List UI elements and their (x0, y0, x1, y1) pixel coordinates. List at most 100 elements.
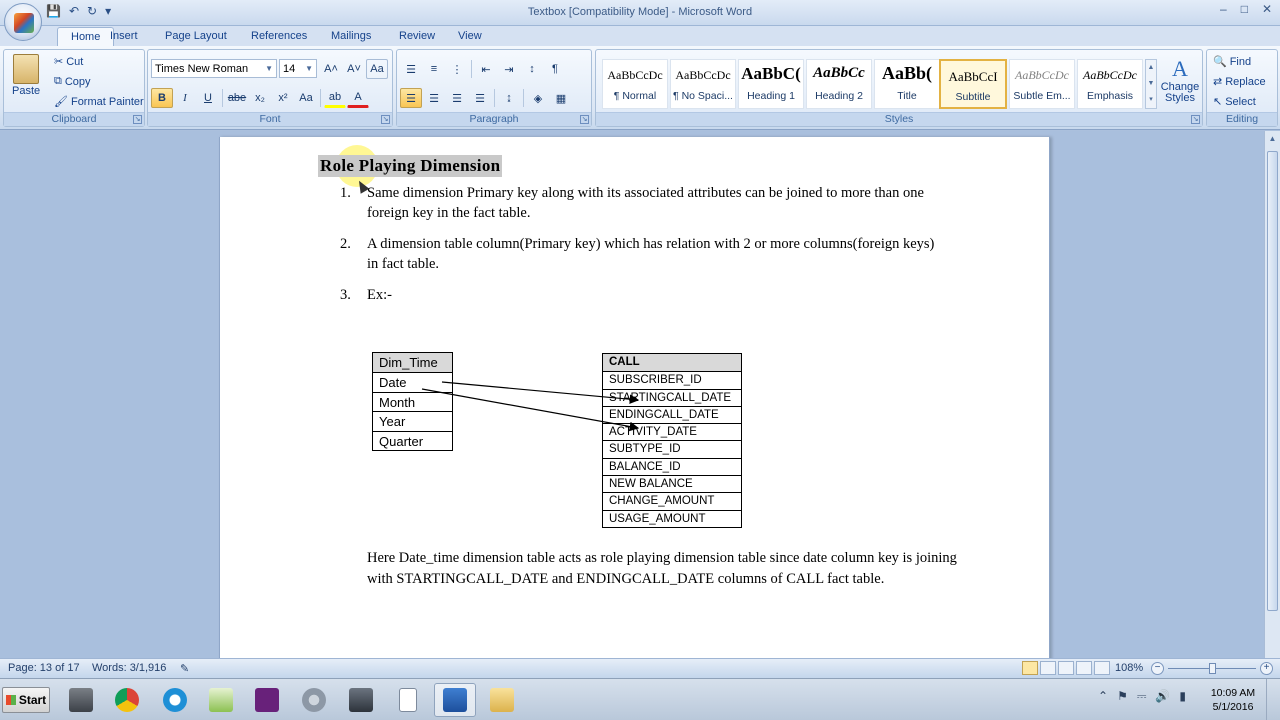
justify-icon[interactable]: ☰ (469, 88, 491, 108)
paste-button[interactable]: Paste (12, 54, 40, 97)
style-heading-1[interactable]: AaBbC( Heading 1 (738, 59, 804, 109)
line-spacing-icon[interactable]: ↨ (498, 88, 520, 108)
window-app-icon[interactable] (340, 683, 382, 717)
page-count[interactable]: Page: 13 of 17 (8, 662, 80, 674)
minimize-button[interactable]: – (1220, 2, 1227, 16)
print-layout-icon[interactable] (1022, 661, 1038, 675)
clock[interactable]: 10:09 AM 5/1/2016 (1206, 686, 1260, 714)
show-desktop-button[interactable] (1266, 679, 1280, 720)
style-title[interactable]: AaBb( Title (874, 59, 940, 109)
clear-formatting-button[interactable]: Aa (366, 59, 388, 79)
blank-document-icon[interactable] (387, 683, 429, 717)
full-screen-reading-icon[interactable] (1040, 661, 1056, 675)
proofing-icon[interactable]: ✎ (180, 662, 189, 675)
font-color-button[interactable]: A (347, 88, 369, 108)
font-launcher-icon[interactable]: ↘ (381, 115, 390, 124)
tab-mailings[interactable]: Mailings (318, 27, 384, 47)
zoom-level[interactable]: 108% (1115, 662, 1143, 674)
table-row: Date (373, 372, 452, 391)
highlight-button[interactable]: ab (324, 88, 346, 108)
close-button[interactable]: ✕ (1262, 2, 1272, 16)
strikethrough-button[interactable]: abe (226, 88, 248, 108)
action-center-flag-icon[interactable]: ⚑ (1117, 689, 1128, 704)
start-button[interactable]: Start (2, 687, 50, 713)
subscript-button[interactable]: x₂ (249, 88, 271, 108)
scissors-icon: ✂ (54, 56, 64, 68)
find-button[interactable]: 🔍 Find (1213, 55, 1251, 69)
show-formatting-button[interactable]: ¶ (544, 59, 566, 79)
align-right-icon[interactable]: ☰ (446, 88, 468, 108)
align-left-icon[interactable]: ☰ (400, 88, 422, 108)
select-button[interactable]: ↖ Select (1213, 95, 1256, 109)
chrome-icon[interactable] (106, 683, 148, 717)
explanation-paragraph[interactable]: Here Date_time dimension table acts as r… (367, 548, 957, 590)
office-button[interactable] (4, 3, 42, 41)
visual-studio-icon[interactable] (246, 683, 288, 717)
style-no-spacing[interactable]: AaBbCcDc ¶ No Spaci... (670, 59, 736, 109)
restore-button[interactable]: □ (1241, 2, 1248, 16)
tab-review[interactable]: Review (386, 27, 448, 47)
font-family-select[interactable]: Times New Roman ▼ (151, 59, 277, 78)
underline-button[interactable]: U (197, 88, 219, 108)
scrollbar-thumb[interactable] (1267, 151, 1278, 611)
tab-view[interactable]: View (445, 27, 495, 47)
zoom-out-icon[interactable]: − (1151, 662, 1164, 675)
tab-page-layout[interactable]: Page Layout (152, 27, 240, 47)
document-heading[interactable]: Role Playing Dimension (318, 155, 503, 177)
styles-launcher-icon[interactable]: ↘ (1191, 115, 1200, 124)
style-subtle-emphasis[interactable]: AaBbCcDc Subtle Em... (1009, 59, 1075, 109)
style-emphasis[interactable]: AaBbCcDc Emphasis (1077, 59, 1143, 109)
notepad-icon[interactable] (200, 683, 242, 717)
network-icon[interactable]: ⎓ (1137, 689, 1147, 704)
italic-button[interactable]: I (174, 88, 196, 108)
power-icon[interactable]: ▮ (1179, 689, 1186, 704)
increase-indent-icon[interactable]: ⇥ (498, 59, 520, 79)
replace-button[interactable]: ⇄ Replace (1213, 75, 1266, 89)
paragraph-launcher-icon[interactable]: ↘ (580, 115, 589, 124)
decrease-indent-icon[interactable]: ⇤ (475, 59, 497, 79)
word-icon[interactable] (434, 683, 476, 717)
superscript-button[interactable]: x² (272, 88, 294, 108)
volume-icon[interactable]: 🔊 (1155, 689, 1170, 704)
settings-gear-icon[interactable] (293, 683, 335, 717)
sort-icon[interactable]: ↕ (521, 59, 543, 79)
server-manager-icon[interactable] (60, 683, 102, 717)
grow-font-button[interactable]: A˄ (320, 59, 342, 79)
scroll-up-icon[interactable]: ▲ (1265, 131, 1280, 147)
change-styles-button[interactable]: A Change Styles (1160, 56, 1200, 104)
styles-gallery-scroll[interactable]: ▲ ▼ ▾ (1145, 59, 1157, 109)
numbering-icon[interactable]: ≡ (423, 59, 445, 79)
zoom-in-icon[interactable]: + (1260, 662, 1273, 675)
internet-explorer-icon[interactable] (154, 683, 196, 717)
cut-button[interactable]: ✂ Cut (54, 55, 83, 69)
draft-icon[interactable] (1094, 661, 1110, 675)
align-center-icon[interactable]: ☰ (423, 88, 445, 108)
bold-button[interactable]: B (151, 88, 173, 108)
shrink-font-button[interactable]: A˅ (343, 59, 365, 79)
clipboard-launcher-icon[interactable]: ↘ (133, 115, 142, 124)
document-area: Role Playing Dimension 1. Same dimension… (0, 131, 1264, 658)
vertical-scrollbar[interactable]: ▲ (1264, 131, 1280, 658)
show-hidden-icons-icon[interactable]: ⌃ (1098, 689, 1108, 704)
multilevel-list-icon[interactable]: ⋮ (446, 59, 468, 79)
document-page[interactable]: Role Playing Dimension 1. Same dimension… (219, 137, 1050, 658)
tab-insert[interactable]: Insert (97, 27, 151, 47)
word-count[interactable]: Words: 3/1,916 (92, 662, 166, 674)
bullets-icon[interactable]: ☰ (400, 59, 422, 79)
web-layout-icon[interactable] (1058, 661, 1074, 675)
format-painter-button[interactable]: 🖌 Format Painter (54, 95, 144, 109)
font-size-select[interactable]: 14 ▼ (279, 59, 317, 78)
dim-time-table[interactable]: Dim_Time Date Month Year Quarter (372, 352, 453, 451)
style-heading-2[interactable]: AaBbCc Heading 2 (806, 59, 872, 109)
style-subtitle[interactable]: AaBbCcI Subtitle (939, 59, 1007, 109)
shading-icon[interactable]: ◈ (527, 88, 549, 108)
call-table[interactable]: CALL SUBSCRIBER_ID STARTINGCALL_DATE END… (602, 353, 742, 528)
borders-icon[interactable]: ▦ (550, 88, 572, 108)
change-case-button[interactable]: Aa (295, 88, 317, 108)
outline-icon[interactable] (1076, 661, 1092, 675)
style-normal[interactable]: AaBbCcDc ¶ Normal (602, 59, 668, 109)
tab-references[interactable]: References (238, 27, 320, 47)
copy-button[interactable]: ⧉ Copy (54, 75, 91, 88)
zoom-slider-knob[interactable] (1209, 663, 1216, 674)
file-explorer-icon[interactable] (481, 683, 523, 717)
